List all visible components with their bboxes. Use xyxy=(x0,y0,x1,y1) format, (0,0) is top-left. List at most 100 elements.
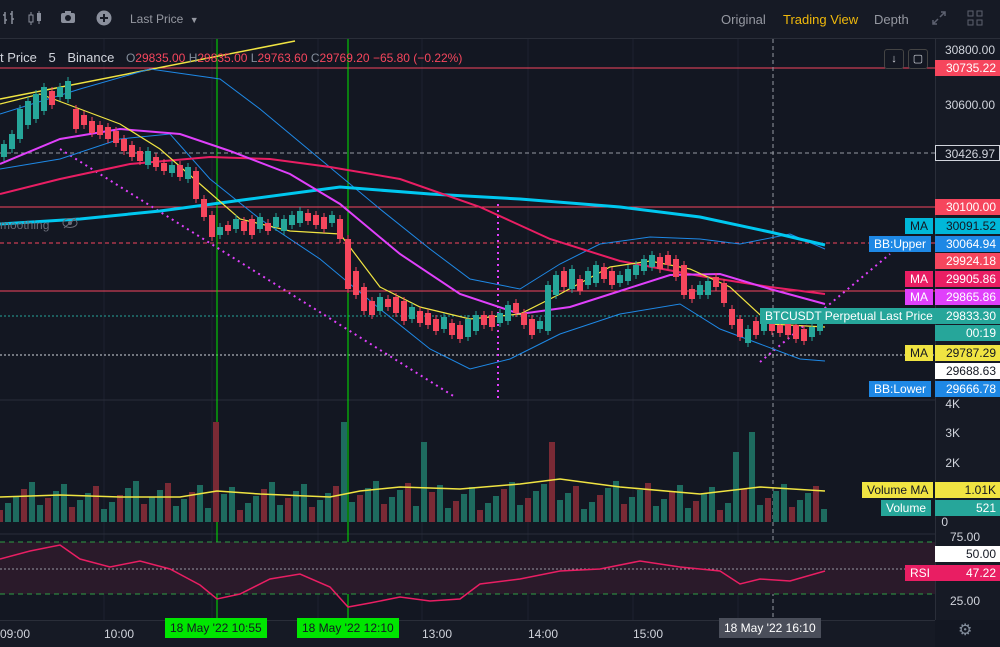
candle-body xyxy=(297,211,303,223)
fullscreen-icon[interactable] xyxy=(930,10,948,28)
candle-body xyxy=(609,271,615,285)
countdown-label: 00:19 xyxy=(935,325,1000,341)
candle-body xyxy=(337,219,343,239)
volume-ma-tag: Volume MA xyxy=(862,482,934,498)
settings-gear-icon[interactable]: ⚙ xyxy=(958,620,972,640)
eye-hidden-icon[interactable] xyxy=(62,217,78,232)
volume-axis-tick: 4K xyxy=(945,397,960,411)
volume-bar xyxy=(477,510,483,522)
volume-bar xyxy=(533,491,539,522)
time-marker: 18 May '22 12:10 xyxy=(297,618,399,638)
candle-body xyxy=(169,165,175,173)
time-tick: 14:00 xyxy=(528,627,559,641)
candle-body xyxy=(33,94,39,119)
candle-body xyxy=(649,255,655,267)
candle-body xyxy=(569,269,575,289)
candle-body xyxy=(377,297,383,311)
volume-bar xyxy=(469,487,475,522)
candle-body xyxy=(281,219,287,231)
time-marker: 18 May '22 10:55 xyxy=(165,618,267,638)
price-chart[interactable] xyxy=(0,39,935,620)
volume-bar xyxy=(685,508,691,522)
volume-bar xyxy=(517,505,523,522)
last-price-label: 29833.30 xyxy=(935,308,1000,324)
candle-body xyxy=(305,213,311,221)
candle-body xyxy=(625,269,631,281)
bars-icon[interactable] xyxy=(0,10,18,28)
volume-bar xyxy=(381,504,387,522)
candle-body xyxy=(153,157,159,167)
candle-body xyxy=(593,265,599,283)
time-tick: 10:00 xyxy=(104,627,135,641)
indicator-tag: BB:Upper xyxy=(869,236,932,252)
candle-body xyxy=(257,217,263,229)
expand-button[interactable]: ▢ xyxy=(908,49,928,69)
chart-toolbar: Last Price ▼ Original Trading View Depth xyxy=(0,0,1000,39)
legend-interval: 5 xyxy=(48,50,56,65)
price-label: 30064.94 xyxy=(935,236,1000,252)
bollinger-upper xyxy=(0,68,826,290)
scroll-down-button[interactable]: ↓ xyxy=(884,49,904,69)
candle-body xyxy=(777,325,783,333)
volume-bar xyxy=(557,500,563,522)
price-label: 30100.00 xyxy=(935,199,1000,215)
volume-axis-tick: 0 xyxy=(941,515,948,529)
price-label: 30735.22 xyxy=(935,60,1000,76)
legend-exchange: Binance xyxy=(67,50,115,65)
volume-bar xyxy=(253,496,259,522)
camera-icon[interactable] xyxy=(59,10,77,28)
volume-bar xyxy=(741,489,747,522)
volume-value: 521 xyxy=(935,500,1000,516)
volume-bar xyxy=(653,506,659,522)
volume-axis-tick: 3K xyxy=(945,426,960,440)
legend-ohlc: O29835.00 H29835.00 L29763.60 C29769.20 … xyxy=(126,51,462,65)
rsi-tag: RSI xyxy=(905,565,936,581)
volume-bar xyxy=(397,490,403,522)
volume-bar xyxy=(669,492,675,522)
candle-body xyxy=(561,271,567,287)
candle-body xyxy=(417,311,423,323)
volume-bar xyxy=(285,498,291,522)
volume-bar xyxy=(173,506,179,522)
candle-body xyxy=(177,165,183,177)
volume-bar xyxy=(581,509,587,522)
volume-bar xyxy=(333,486,339,522)
volume-bar xyxy=(341,422,347,522)
candle-body xyxy=(513,303,519,313)
volume-bar xyxy=(757,505,763,522)
candle-body xyxy=(217,227,223,235)
candle-body xyxy=(201,199,207,217)
add-indicator-icon[interactable] xyxy=(95,10,113,28)
volume-bar xyxy=(189,492,195,522)
candle-body xyxy=(705,281,711,295)
indicator-tag: MA xyxy=(905,345,933,361)
grid-layout-icon[interactable] xyxy=(966,10,984,28)
volume-bar xyxy=(621,504,627,522)
tab-depth[interactable]: Depth xyxy=(874,12,909,27)
volume-bar xyxy=(133,481,139,522)
volume-bar xyxy=(365,488,371,522)
price-label: 29787.29 xyxy=(935,345,1000,361)
tab-original[interactable]: Original xyxy=(721,12,766,27)
volume-bar xyxy=(525,498,531,522)
volume-bar xyxy=(797,500,803,522)
candle-body xyxy=(409,307,415,319)
volume-bar xyxy=(717,510,723,522)
volume-bar xyxy=(637,490,643,522)
candle-body xyxy=(489,315,495,327)
volume-bar xyxy=(781,484,787,522)
close-value: 29769.20 xyxy=(319,51,370,65)
volume-bar xyxy=(749,432,755,522)
volume-bar xyxy=(21,489,27,522)
volume-bar xyxy=(597,495,603,522)
candles-icon[interactable] xyxy=(26,10,44,28)
candle-body xyxy=(633,265,639,275)
candle-body xyxy=(737,319,743,337)
candle-body xyxy=(321,217,327,229)
price-type-select[interactable]: Last Price ▼ xyxy=(130,12,199,26)
tab-trading-view[interactable]: Trading View xyxy=(783,12,858,27)
volume-bar xyxy=(509,482,515,522)
candle-body xyxy=(473,315,479,331)
candle-body xyxy=(241,221,247,231)
volume-bar xyxy=(605,488,611,522)
